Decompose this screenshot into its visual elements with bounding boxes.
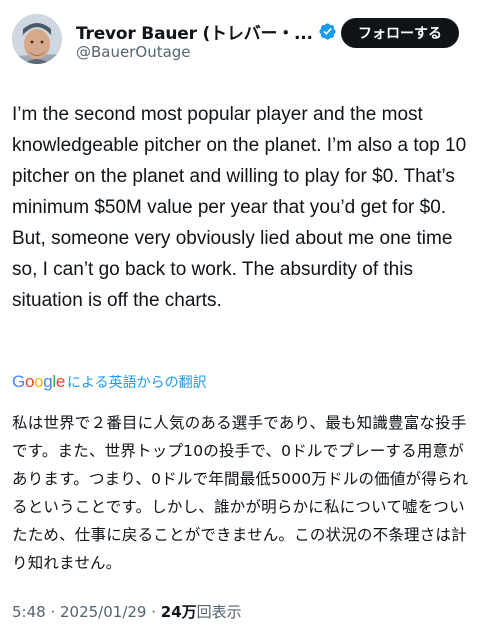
author-name-row[interactable]: Trevor Bauer (トレバー・...	[76, 19, 337, 44]
follow-button[interactable]: フォローする	[341, 18, 459, 48]
translated-text: 私は世界で２番目に人気のある選手であり、最も知識豊富な投手です。また、世界トップ…	[12, 414, 469, 572]
meta-separator-2: ·	[146, 603, 161, 621]
google-logo: Google	[12, 372, 66, 391]
tweet-header: Trevor Bauer (トレバー・... @BauerOutage フォロー…	[0, 0, 480, 80]
meta-separator: ·	[45, 603, 60, 621]
tweet-text: I’m the second most popular player and t…	[12, 104, 467, 311]
avatar[interactable]	[12, 14, 62, 64]
tweet-time[interactable]: 5:48	[12, 603, 46, 621]
author-display-name[interactable]: Trevor Bauer (トレバー・...	[76, 19, 313, 44]
translation-attribution[interactable]: Google による英語からの翻訳	[12, 372, 207, 392]
author-handle[interactable]: @BauerOutage	[76, 43, 191, 61]
tweet-date[interactable]: 2025/01/29	[60, 603, 146, 621]
verified-badge-icon	[319, 23, 336, 40]
tweet-meta: 5:48 · 2025/01/29 · 24万回表示	[12, 601, 242, 622]
views-count: 24万	[160, 603, 197, 621]
views-label: 回表示	[196, 603, 242, 621]
translation-label[interactable]: による英語からの翻訳	[67, 372, 207, 392]
profile-photo-icon	[12, 14, 62, 64]
